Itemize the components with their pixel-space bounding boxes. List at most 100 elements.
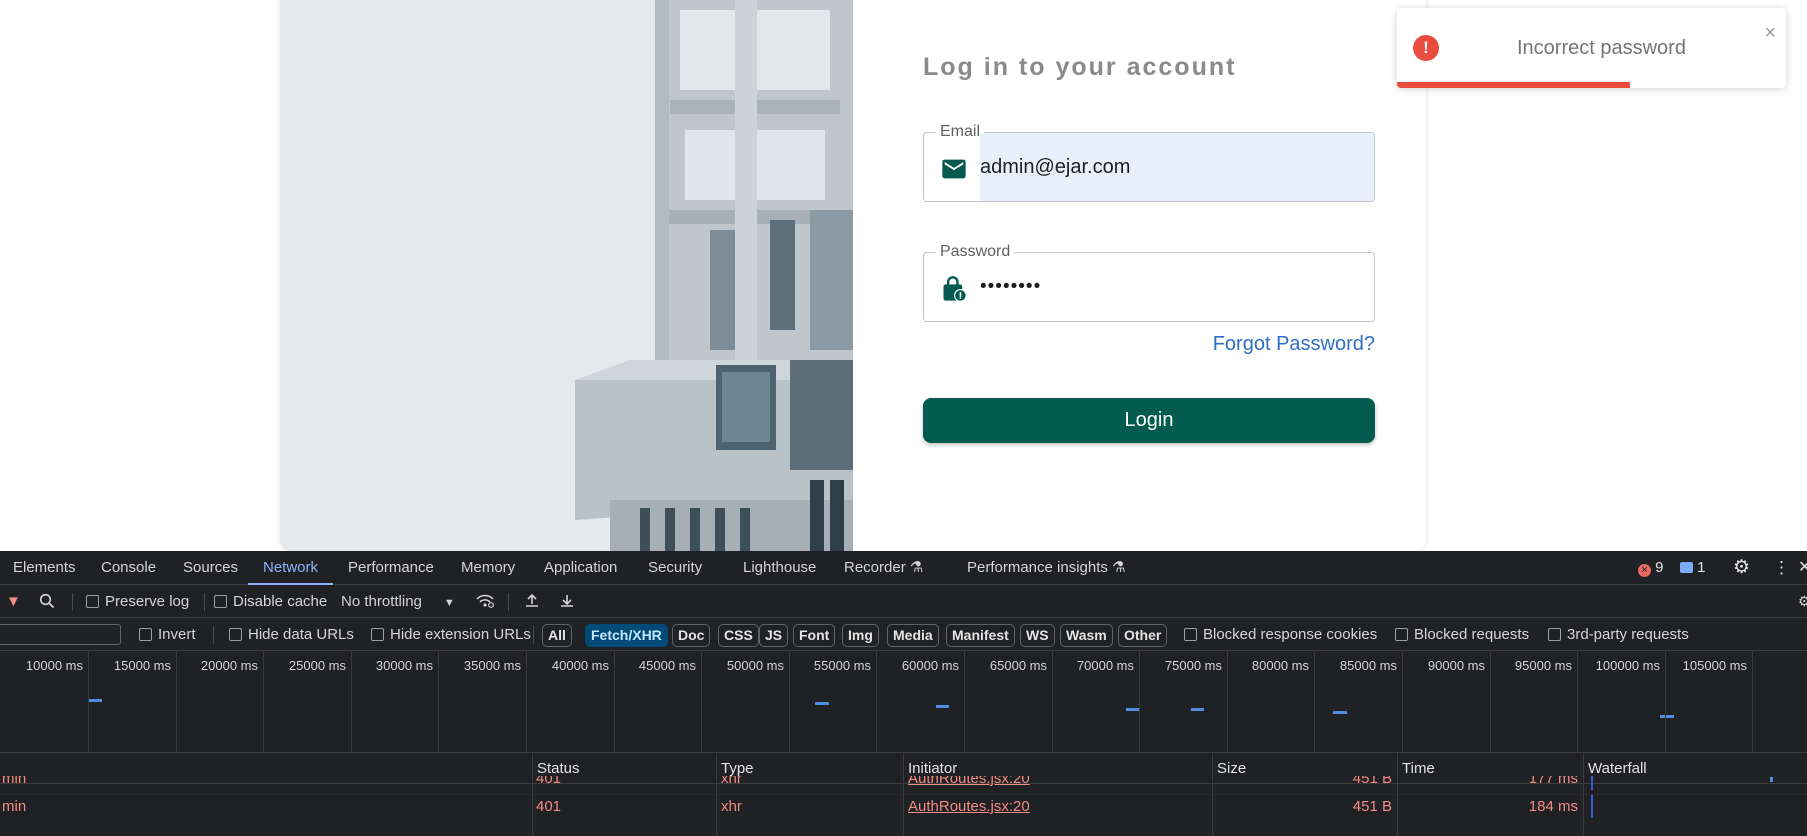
- devtools-panel: Elements Console Sources Network Perform…: [0, 551, 1807, 836]
- message-count: 1: [1697, 559, 1706, 576]
- third-party-requests-checkbox[interactable]: 3rd-party requests: [1548, 618, 1689, 651]
- tab-performance[interactable]: Performance: [348, 551, 434, 585]
- filter-input[interactable]: [0, 624, 121, 645]
- request-size: 451 B: [1352, 776, 1392, 787]
- more-options-icon[interactable]: ⋮: [1773, 551, 1790, 585]
- timeline-tick-label: 10000 ms: [25, 658, 83, 673]
- hide-extension-urls-label: Hide extension URLs: [390, 626, 531, 643]
- disable-cache-checkbox[interactable]: Disable cache: [214, 585, 327, 618]
- tab-recorder-label: Recorder: [844, 559, 906, 576]
- checkbox-box: [1184, 628, 1197, 641]
- login-form: Log in to your account Email admin@ejar.…: [923, 0, 1383, 551]
- filter-chip-font[interactable]: Font: [793, 624, 836, 647]
- timeline-tick-label: 100000 ms: [1595, 658, 1660, 673]
- network-overview-timeline[interactable]: 10000 ms 15000 ms 20000 ms 25000 ms 30000 ms…: [0, 651, 1807, 753]
- timeline-tick-label: 90000 ms: [1427, 658, 1485, 673]
- tab-elements[interactable]: Elements: [13, 551, 76, 585]
- timeline-tick-label: 45000 ms: [638, 658, 696, 673]
- tab-recorder[interactable]: Recorder ⚗: [844, 551, 923, 585]
- table-row[interactable]: min 401 xhr AuthRoutes.jsx:20 451 B 184 …: [0, 794, 1807, 818]
- login-card: Log in to your account Email admin@ejar.…: [280, 0, 1426, 551]
- waterfall-bar: [1591, 795, 1593, 818]
- tab-network[interactable]: Network: [248, 551, 334, 585]
- password-input[interactable]: ••••••••: [980, 276, 1041, 298]
- message-counter[interactable]: 1: [1680, 551, 1706, 585]
- blocked-response-cookies-label: Blocked response cookies: [1203, 626, 1378, 643]
- filter-icon[interactable]: ▼: [6, 585, 21, 618]
- requests-table: Status Type Initiator Size Time Waterfal…: [0, 753, 1807, 836]
- filter-chip-doc[interactable]: Doc: [672, 624, 711, 647]
- hide-data-urls-checkbox[interactable]: Hide data URLs: [229, 618, 354, 651]
- request-initiator-link[interactable]: AuthRoutes.jsx:20: [908, 776, 1030, 790]
- timeline-gridline: [1752, 651, 1753, 753]
- disable-cache-label: Disable cache: [233, 593, 328, 610]
- checkbox-box: [1395, 628, 1408, 641]
- gear-icon[interactable]: ⚙: [1733, 551, 1750, 585]
- tab-lighthouse[interactable]: Lighthouse: [743, 551, 816, 585]
- close-devtools-icon[interactable]: ✕: [1798, 551, 1807, 585]
- table-row-content: min 401 xhr AuthRoutes.jsx:20 451 B 177 …: [0, 776, 1807, 790]
- filter-chip-other[interactable]: Other: [1118, 624, 1168, 647]
- filter-chip-wasm[interactable]: Wasm: [1060, 624, 1113, 647]
- forgot-password-link[interactable]: Forgot Password?: [1213, 333, 1375, 356]
- blocked-requests-checkbox[interactable]: Blocked requests: [1395, 618, 1529, 651]
- devtools-tabs: Elements Console Sources Network Perform…: [0, 551, 1807, 585]
- throttling-select[interactable]: No throttling ▼: [341, 585, 455, 618]
- filter-chip-js[interactable]: JS: [759, 624, 789, 647]
- request-type: xhr: [721, 776, 742, 787]
- preserve-log-label: Preserve log: [105, 593, 190, 610]
- filter-chip-all[interactable]: All: [542, 624, 572, 647]
- tab-memory[interactable]: Memory: [461, 551, 515, 585]
- chevron-down-icon: ▼: [443, 597, 455, 609]
- toolbar-divider: [508, 593, 509, 611]
- timeline-tick-label: 80000 ms: [1251, 658, 1309, 673]
- flask-icon: ⚗: [909, 559, 924, 576]
- error-counter[interactable]: × 9: [1638, 551, 1664, 585]
- tab-security[interactable]: Security: [648, 551, 702, 585]
- preserve-log-checkbox[interactable]: Preserve log: [86, 585, 189, 618]
- timeline-tick-label: 75000 ms: [1164, 658, 1222, 673]
- timeline-tick-label: 70000 ms: [1076, 658, 1134, 673]
- checkbox-box: [86, 595, 99, 608]
- network-conditions-icon[interactable]: [475, 585, 495, 618]
- request-marker: [1660, 715, 1674, 718]
- filter-chip-media[interactable]: Media: [887, 624, 939, 647]
- checkbox-box: [214, 595, 227, 608]
- tab-sources[interactable]: Sources: [183, 551, 238, 585]
- login-button[interactable]: Login: [923, 398, 1375, 443]
- toolbar-divider: [213, 626, 214, 644]
- timeline-tick-label: 60000 ms: [901, 658, 959, 673]
- upload-icon[interactable]: [524, 585, 540, 618]
- email-field[interactable]: Email admin@ejar.com: [923, 123, 1375, 202]
- close-icon[interactable]: ×: [1764, 22, 1776, 45]
- tab-performance-insights-label: Performance insights: [967, 559, 1108, 576]
- filter-chip-css[interactable]: CSS: [718, 624, 759, 647]
- filter-bar: Invert Hide data URLs Hide extension URL…: [0, 618, 1807, 651]
- filter-chip-img[interactable]: Img: [842, 624, 879, 647]
- filter-chip-ws[interactable]: WS: [1020, 624, 1055, 647]
- app-root: Log in to your account Email admin@ejar.…: [0, 0, 1807, 836]
- request-marker: [1191, 708, 1204, 711]
- checkbox-box: [1548, 628, 1561, 641]
- table-row[interactable]: min 401 xhr AuthRoutes.jsx:20 451 B 177 …: [0, 776, 1807, 790]
- email-input[interactable]: admin@ejar.com: [980, 156, 1130, 179]
- invert-checkbox[interactable]: Invert: [139, 618, 196, 651]
- request-initiator-link[interactable]: AuthRoutes.jsx:20: [908, 795, 1030, 818]
- timeline-tick-label: 50000 ms: [726, 658, 784, 673]
- password-field[interactable]: Password ••••••••: [923, 243, 1375, 322]
- network-settings-icon[interactable]: ⚙: [1798, 585, 1807, 618]
- search-icon[interactable]: [39, 585, 55, 618]
- error-icon: ×: [1638, 564, 1651, 577]
- blocked-response-cookies-checkbox[interactable]: Blocked response cookies: [1184, 618, 1377, 651]
- tab-console[interactable]: Console: [101, 551, 156, 585]
- download-icon[interactable]: [559, 585, 575, 618]
- request-type: xhr: [721, 798, 742, 815]
- timeline-tick-label: 55000 ms: [813, 658, 871, 673]
- tab-application[interactable]: Application: [544, 551, 617, 585]
- building-photo: [280, 0, 853, 551]
- hide-extension-urls-checkbox[interactable]: Hide extension URLs: [371, 618, 531, 651]
- tab-performance-insights[interactable]: Performance insights ⚗: [967, 551, 1126, 585]
- filter-chip-manifest[interactable]: Manifest: [946, 624, 1015, 647]
- toolbar-divider: [204, 593, 205, 611]
- filter-chip-fetch-xhr[interactable]: Fetch/XHR: [585, 624, 668, 647]
